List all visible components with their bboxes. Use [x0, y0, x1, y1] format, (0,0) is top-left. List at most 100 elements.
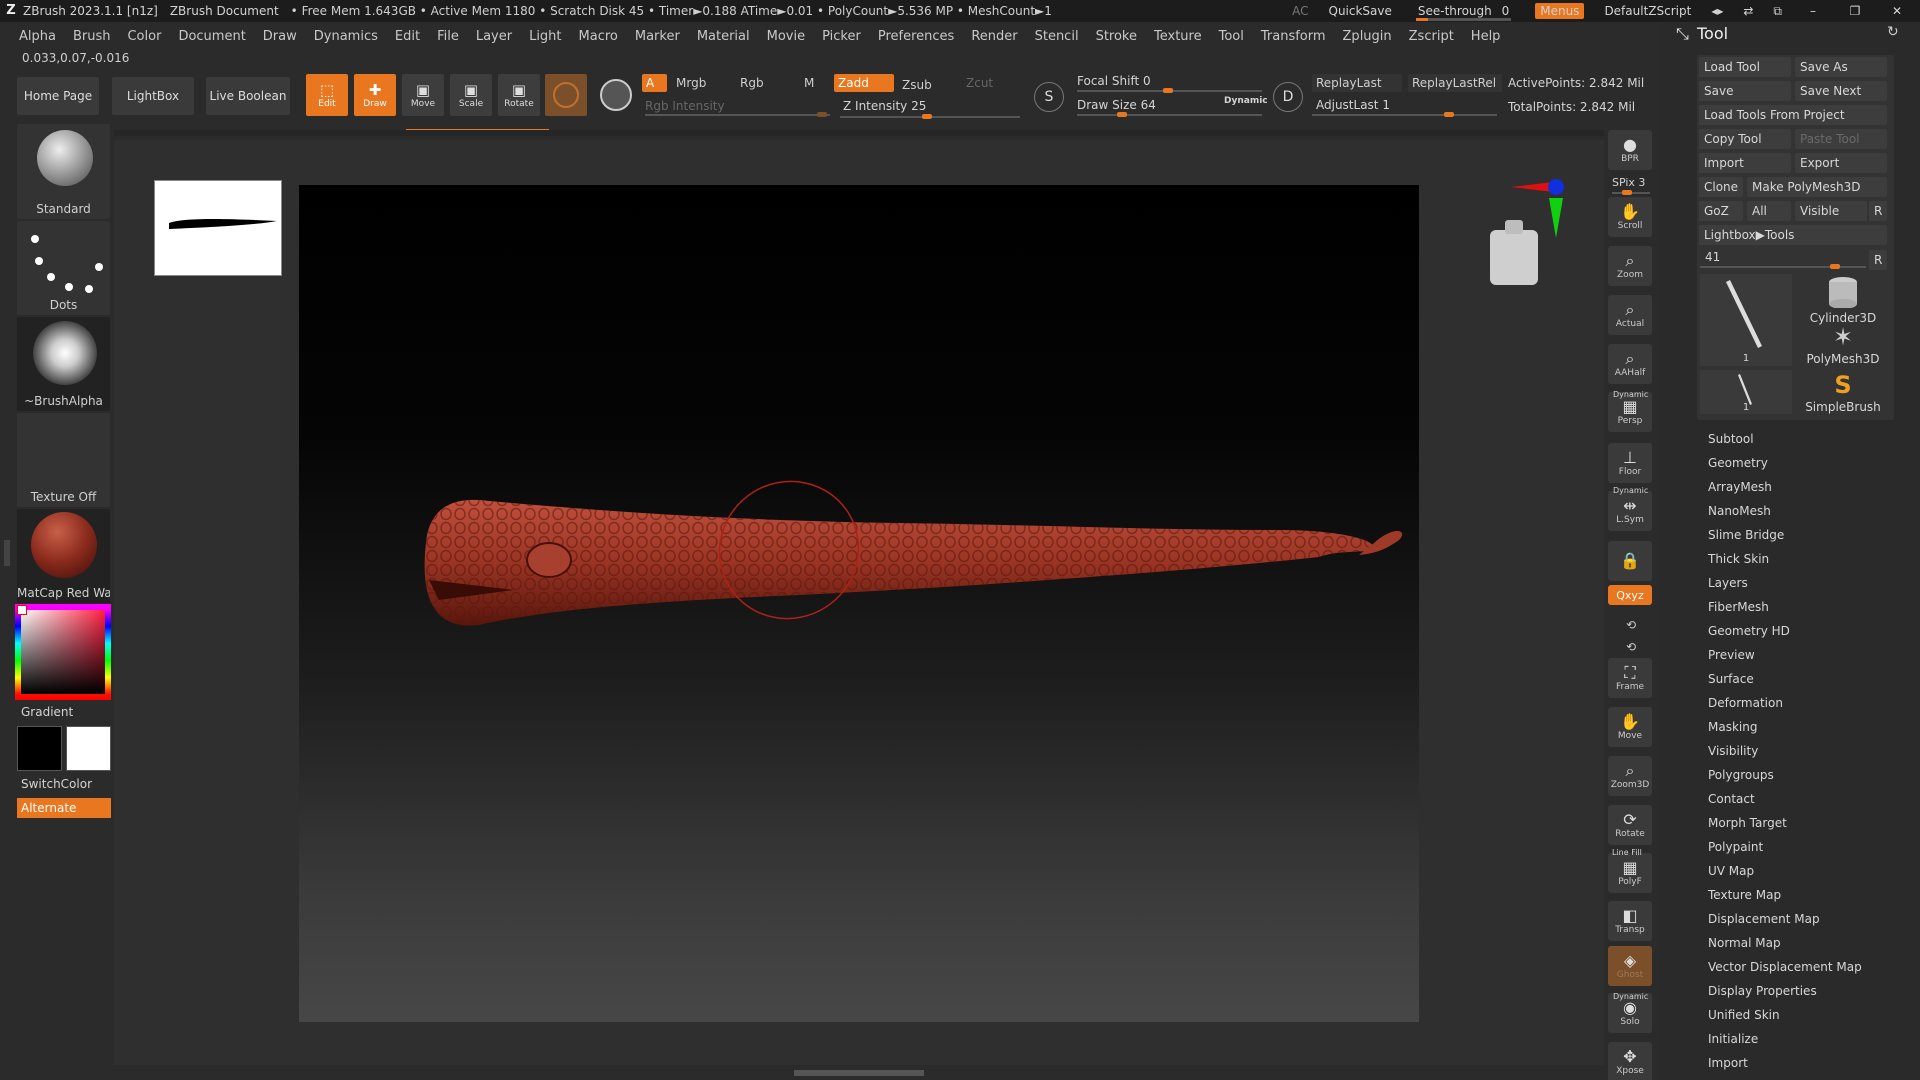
serpent-model[interactable]	[299, 185, 1419, 1022]
current-tool-thumbnail[interactable]: 1	[1700, 274, 1792, 366]
rotate-mode-button[interactable]: ▣ Rotate	[498, 74, 540, 116]
scroll-button[interactable]: ✋ Scroll	[1608, 197, 1652, 237]
save-as-button[interactable]: Save As	[1795, 57, 1887, 77]
navigator-thumbnail[interactable]	[154, 180, 282, 276]
move-button[interactable]: ✋ Move	[1608, 707, 1652, 747]
switchcolor-button[interactable]: SwitchColor	[21, 777, 92, 791]
orientation-gizmo-icon[interactable]	[1460, 170, 1570, 290]
subpalette-contact[interactable]: Contact	[1708, 792, 1755, 806]
menu-material[interactable]: Material	[697, 29, 750, 44]
menu-transform[interactable]: Transform	[1261, 29, 1326, 44]
menu-layer[interactable]: Layer	[476, 29, 512, 44]
seethrough-slider[interactable]: See-through 0	[1412, 4, 1515, 21]
copy-tool-button[interactable]: Copy Tool	[1699, 129, 1791, 149]
menu-render[interactable]: Render	[971, 29, 1017, 44]
m-toggle[interactable]: M	[800, 74, 825, 92]
menu-stencil[interactable]: Stencil	[1035, 29, 1079, 44]
defaultzscript-button[interactable]: DefaultZScript	[1604, 4, 1691, 18]
draw-mode-button[interactable]: ✚ Draw	[354, 74, 396, 116]
goz-button[interactable]: GoZ	[1699, 201, 1743, 221]
load-from-project-button[interactable]: Load Tools From Project	[1699, 105, 1887, 125]
layout-icon[interactable]: ◂▸	[1711, 4, 1723, 18]
dynamic-d-icon[interactable]: D	[1273, 82, 1303, 112]
gradient-label[interactable]: Gradient	[21, 705, 73, 719]
aahalf-button[interactable]: ⌕ AAHalf	[1608, 344, 1652, 384]
focal-shift-slider[interactable]	[1077, 88, 1262, 93]
texture-selector[interactable]: Texture Off	[17, 413, 110, 507]
spix-slider[interactable]	[1612, 190, 1650, 195]
refresh-icon[interactable]: ↻	[1887, 24, 1899, 40]
menu-texture[interactable]: Texture	[1154, 29, 1202, 44]
subpalette-display-properties[interactable]: Display Properties	[1708, 984, 1817, 998]
subpalette-geometry-hd[interactable]: Geometry HD	[1708, 624, 1790, 638]
mrgb-toggle[interactable]: Mrgb	[672, 74, 732, 92]
subpalette-slime-bridge[interactable]: Slime Bridge	[1708, 528, 1784, 542]
floor-button[interactable]: ⊥ Floor	[1608, 443, 1652, 483]
bpr-button[interactable]: ● BPR	[1608, 130, 1652, 170]
alternate-button[interactable]: Alternate	[17, 798, 111, 818]
bottom-tray-handle[interactable]	[794, 1070, 924, 1076]
load-tool-button[interactable]: Load Tool	[1699, 57, 1791, 77]
goz-r-button[interactable]: R	[1869, 201, 1887, 221]
paste-tool-button[interactable]: Paste Tool	[1795, 129, 1887, 149]
subpalette-fibermesh[interactable]: FiberMesh	[1708, 600, 1769, 614]
subpalette-arraymesh[interactable]: ArrayMesh	[1708, 480, 1772, 494]
menu-color[interactable]: Color	[127, 29, 161, 44]
primary-color-swatch[interactable]	[17, 726, 62, 771]
subpalette-normal-map[interactable]: Normal Map	[1708, 936, 1781, 950]
ghost-button[interactable]: ◈ Ghost	[1608, 946, 1652, 986]
adjustlast-slider[interactable]	[1312, 112, 1497, 117]
menu-alpha[interactable]: Alpha	[19, 29, 56, 44]
xyz-button[interactable]: Qxyz	[1608, 585, 1652, 605]
menu-draw[interactable]: Draw	[263, 29, 297, 44]
menu-dynamics[interactable]: Dynamics	[314, 29, 378, 44]
home-page-button[interactable]: Home Page	[17, 77, 99, 115]
subpalette-polygroups[interactable]: Polygroups	[1708, 768, 1774, 782]
clone-button[interactable]: Clone	[1699, 177, 1743, 197]
save-next-button[interactable]: Save Next	[1795, 81, 1887, 101]
rgb-intensity-slider[interactable]	[645, 112, 830, 117]
lock-button[interactable]: 🔒	[1608, 541, 1652, 581]
close-icon[interactable]: ✕	[1886, 4, 1908, 18]
menu-edit[interactable]: Edit	[395, 29, 420, 44]
move-mode-button[interactable]: ▣ Move	[402, 74, 444, 116]
subpalette-texture-map[interactable]: Texture Map	[1708, 888, 1781, 902]
subpalette-initialize[interactable]: Initialize	[1708, 1032, 1758, 1046]
a-toggle[interactable]: A	[642, 74, 667, 92]
subpalette-layers[interactable]: Layers	[1708, 576, 1748, 590]
maximize-icon[interactable]: ❐	[1844, 4, 1866, 18]
zcut-toggle[interactable]: Zcut	[962, 74, 1012, 92]
subpalette-masking[interactable]: Masking	[1708, 720, 1757, 734]
tool-count-slider[interactable]	[1700, 264, 1866, 269]
edit-mode-button[interactable]: ⬚ Edit	[306, 74, 348, 116]
menu-macro[interactable]: Macro	[579, 29, 618, 44]
draw-size-slider[interactable]	[1077, 112, 1262, 117]
menu-stroke[interactable]: Stroke	[1096, 29, 1137, 44]
rotate-z-icon[interactable]: ⟲	[1624, 640, 1638, 654]
sculptris-s-icon[interactable]: S	[1034, 82, 1064, 112]
menu-file[interactable]: File	[437, 29, 459, 44]
lightbox-tools-button[interactable]: Lightbox▶Tools	[1699, 225, 1887, 245]
subpalette-preview[interactable]: Preview	[1708, 648, 1755, 662]
make-polymesh-button[interactable]: Make PolyMesh3D	[1747, 177, 1887, 197]
main-color-swatch[interactable]	[17, 605, 27, 615]
subpalette-displacement-map[interactable]: Displacement Map	[1708, 912, 1820, 926]
scale-mode-button[interactable]: ▣ Scale	[450, 74, 492, 116]
stroke-selector[interactable]: Dots	[17, 221, 110, 315]
lsym-button[interactable]: ⇹ L.Sym	[1608, 491, 1652, 531]
subpalette-import[interactable]: Import	[1708, 1056, 1748, 1070]
subtool-thumbnail[interactable]: 1	[1700, 370, 1792, 414]
lightbox-button[interactable]: LightBox	[112, 77, 194, 115]
replaylast-button[interactable]: ReplayLast	[1312, 74, 1402, 92]
menu-preferences[interactable]: Preferences	[878, 29, 954, 44]
tool-r-button[interactable]: R	[1869, 250, 1887, 270]
left-tray-handle[interactable]	[4, 540, 10, 566]
menu-brush[interactable]: Brush	[73, 29, 111, 44]
menu-movie[interactable]: Movie	[767, 29, 805, 44]
quicksave-button[interactable]: QuickSave	[1329, 4, 1392, 18]
import-button[interactable]: Import	[1699, 153, 1791, 173]
polymesh3d-tool[interactable]: ✶ PolyMesh3D	[1800, 322, 1886, 368]
rotate-button[interactable]: ⟳ Rotate	[1608, 805, 1652, 845]
alpha-selector[interactable]: ~BrushAlpha	[17, 317, 110, 411]
brush-selector[interactable]: Standard	[17, 124, 110, 219]
